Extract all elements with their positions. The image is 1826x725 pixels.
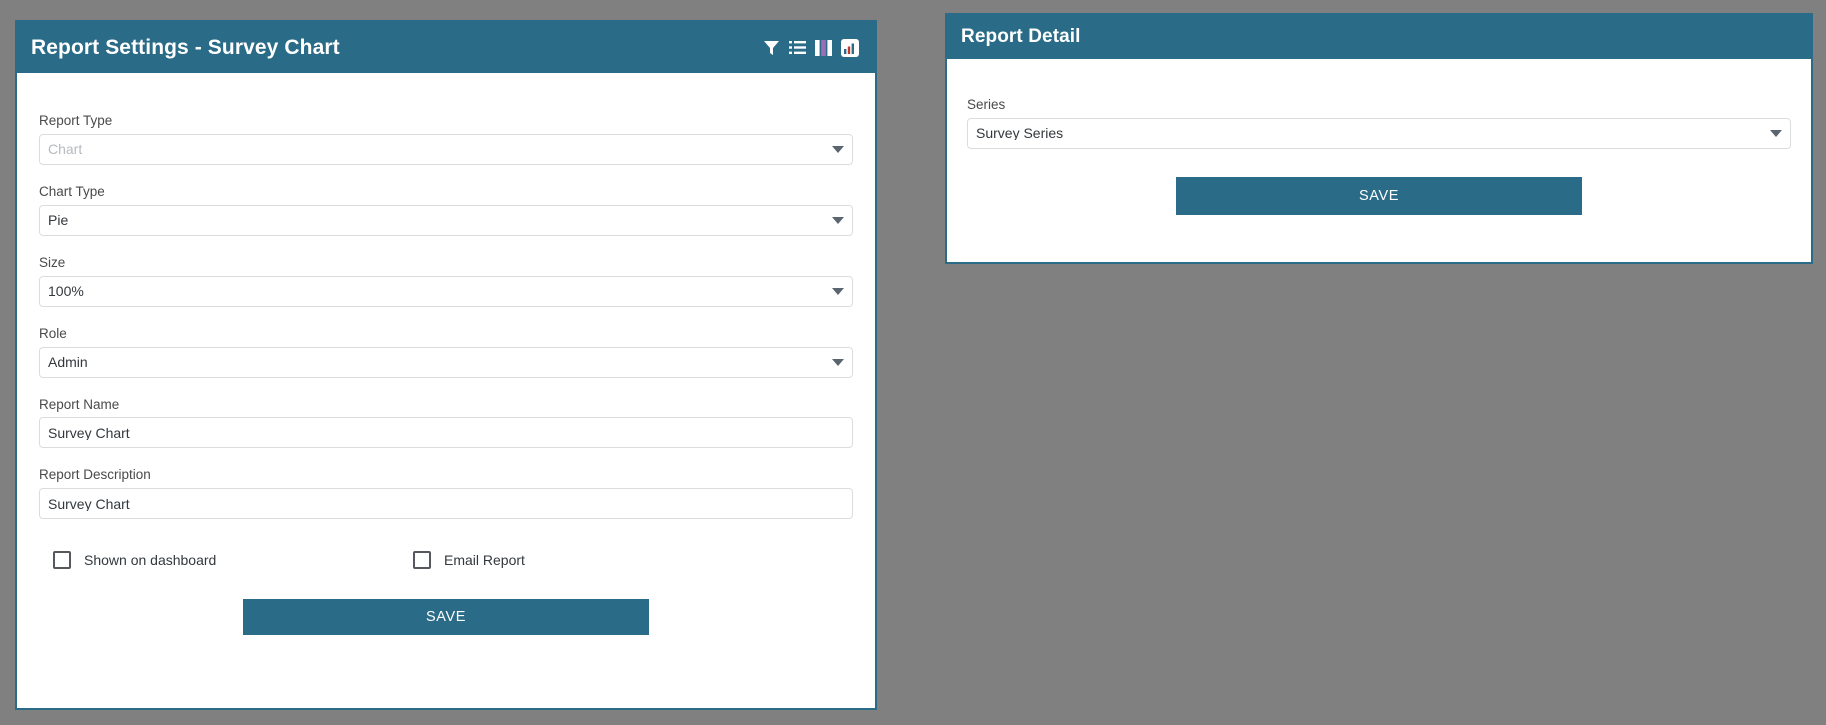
checkbox-email-report[interactable]: Email Report <box>413 551 525 570</box>
role-value: Admin <box>48 355 88 369</box>
field-series: Series Survey Series <box>967 97 1791 149</box>
report-settings-panel: Report Settings - Survey Chart Report Ty… <box>15 20 877 710</box>
report-detail-header: Report Detail <box>947 15 1811 59</box>
filter-icon[interactable] <box>763 39 780 56</box>
field-size: Size 100% <box>39 255 853 307</box>
field-role: Role Admin <box>39 326 853 378</box>
series-value: Survey Series <box>976 126 1064 141</box>
page-title: Report Settings - Survey Chart <box>31 35 340 59</box>
report-detail-panel: Report Detail Series Survey Series SAVE <box>945 13 1813 264</box>
report-settings-header: Report Settings - Survey Chart <box>17 22 875 73</box>
field-report-name: Report Name Survey Chart <box>39 397 853 449</box>
chevron-down-icon <box>832 287 844 295</box>
list-icon[interactable] <box>789 40 806 55</box>
field-chart-type: Chart Type Pie <box>39 184 853 236</box>
role-select[interactable]: Admin <box>39 346 853 378</box>
columns-icon[interactable] <box>815 39 832 56</box>
field-report-type: Report Type Chart <box>39 113 853 165</box>
checkbox-shown-on-dashboard[interactable]: Shown on dashboard <box>53 551 413 570</box>
report-description-input[interactable]: Survey Chart <box>39 488 853 520</box>
size-select[interactable]: 100% <box>39 275 853 307</box>
checkbox-box-icon[interactable] <box>53 551 71 570</box>
report-name-label: Report Name <box>39 396 120 412</box>
report-name-input[interactable]: Survey Chart <box>39 417 853 449</box>
size-value: 100% <box>48 284 84 299</box>
chart-icon[interactable] <box>841 38 859 57</box>
checkbox-box-icon[interactable] <box>413 551 431 570</box>
chevron-down-icon <box>832 358 844 366</box>
save-button[interactable]: SAVE <box>1176 176 1582 215</box>
checkbox-row: Shown on dashboard Email Report <box>39 551 853 570</box>
chevron-down-icon <box>1770 129 1782 137</box>
chart-type-select[interactable]: Pie <box>39 204 853 236</box>
header-icon-group <box>763 38 859 57</box>
field-report-description: Report Description Survey Chart <box>39 467 853 520</box>
role-label: Role <box>39 325 67 341</box>
checkbox-email-report-label: Email Report <box>444 552 525 569</box>
size-label: Size <box>39 254 66 270</box>
chevron-down-icon <box>832 145 844 153</box>
chart-type-label: Chart Type <box>39 183 105 199</box>
checkbox-shown-on-dashboard-label: Shown on dashboard <box>84 552 217 569</box>
report-description-label: Report Description <box>39 467 151 483</box>
report-type-label: Report Type <box>39 113 113 128</box>
chart-type-value: Pie <box>48 213 69 228</box>
report-description-value: Survey Chart <box>48 496 130 511</box>
report-name-value: Survey Chart <box>48 425 130 440</box>
save-button[interactable]: SAVE <box>243 599 649 636</box>
report-settings-body: Report Type Chart Chart Type Pie Size 10… <box>17 73 875 636</box>
report-type-select[interactable]: Chart <box>39 133 853 165</box>
series-label: Series <box>967 97 1006 112</box>
series-select[interactable]: Survey Series <box>967 117 1791 149</box>
chevron-down-icon <box>832 216 844 224</box>
report-detail-body: Series Survey Series SAVE <box>947 59 1811 215</box>
report-type-value: Chart <box>48 142 83 157</box>
report-detail-title: Report Detail <box>961 26 1081 47</box>
